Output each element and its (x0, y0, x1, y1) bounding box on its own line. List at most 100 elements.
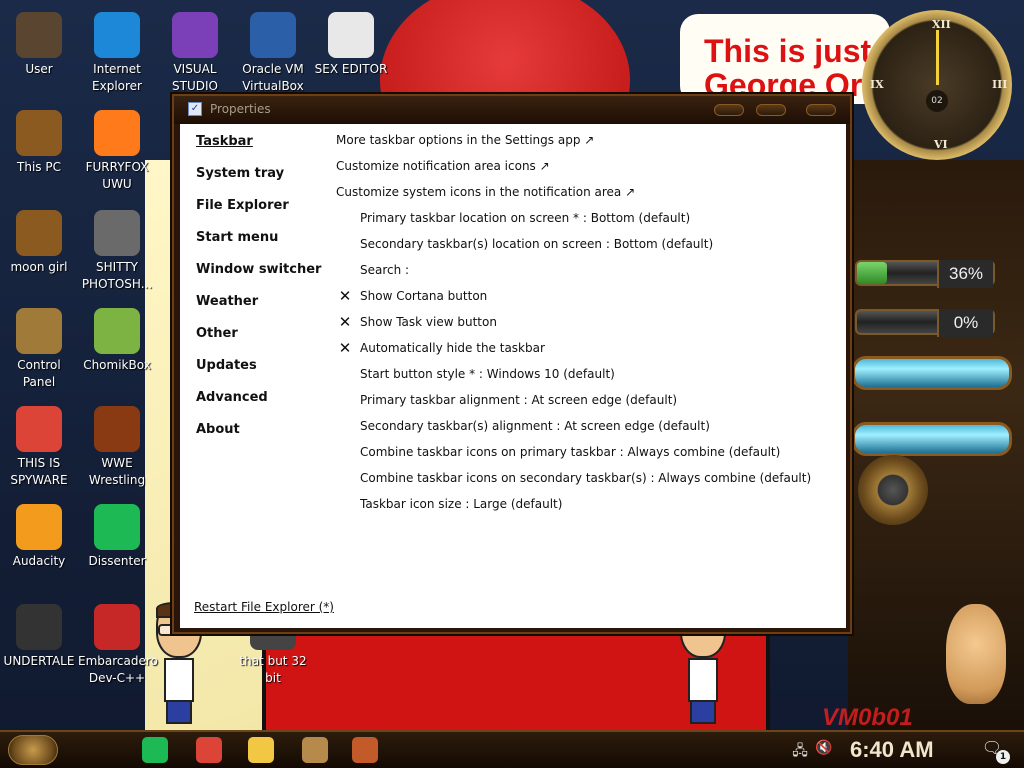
taskbar-clock[interactable]: 6:40 AM (850, 734, 934, 766)
setting-option[interactable]: Secondary taskbar(s) location on screen … (336, 234, 836, 260)
hex-editor-icon (328, 12, 374, 58)
option-label: Combine taskbar icons on secondary taskb… (360, 471, 812, 485)
check-x-icon: ✕ (338, 313, 352, 331)
checkbox-option[interactable]: ✕ Show Cortana button (336, 286, 836, 312)
nav-item-taskbar[interactable]: Taskbar (196, 132, 336, 164)
option-label: Secondary taskbar(s) alignment : At scre… (360, 419, 710, 433)
properties-window: ✓ Properties Taskbar System tray File Expl… (172, 94, 852, 634)
checkbox-option[interactable]: ✕ Show Task view button (336, 312, 836, 338)
desktop-icon-label: FURRYFOX UWU (85, 160, 149, 191)
setting-option[interactable]: Combine taskbar icons on primary taskbar… (336, 442, 836, 468)
maximize-button[interactable] (756, 104, 786, 116)
desktop-icon-label: that but 32 bit (239, 654, 307, 685)
setting-option[interactable]: Primary taskbar location on screen * : B… (336, 208, 836, 234)
cartoon-body (164, 658, 194, 702)
option-label: Show Task view button (360, 315, 497, 329)
minimize-button[interactable] (714, 104, 744, 116)
desktop-icon-label: Oracle VM VirtualBox (242, 62, 304, 93)
nav-item-start-menu[interactable]: Start menu (196, 228, 336, 260)
desktop-icon[interactable]: FURRYFOX UWU (78, 104, 156, 193)
virtualbox-icon (250, 12, 296, 58)
wallpaper-vm-text: VM0b01 (822, 704, 913, 731)
setting-option[interactable]: Taskbar icon size : Large (default) (336, 494, 836, 520)
setting-option[interactable]: Customize system icons in the notificati… (336, 182, 836, 208)
properties-panel: Taskbar System tray File Explorer Start men… (180, 124, 846, 628)
nav-item-updates[interactable]: Updates (196, 356, 336, 388)
desktop-icon-label: This PC (17, 160, 61, 174)
desktop-icon[interactable]: Dissenter (78, 498, 156, 570)
option-label: Primary taskbar location on screen * : B… (360, 211, 691, 225)
checkbox-option[interactable]: ✕ Automatically hide the taskbar (336, 338, 836, 364)
setting-option[interactable]: Customize notification area icons ↗ (336, 156, 836, 182)
desktop-icon[interactable]: SEX EDITOR (312, 6, 390, 78)
desktop-icon[interactable]: Audacity (0, 498, 78, 570)
desktop-icon[interactable]: ChomikBox (78, 302, 156, 374)
dissenter-taskbar-icon[interactable] (142, 737, 168, 763)
desktop-icon[interactable]: WWE Wrestling (78, 400, 156, 489)
nav-item-advanced[interactable]: Advanced (196, 388, 336, 420)
desktop-icon[interactable]: SHITTY PHOTOSH... (78, 204, 156, 293)
nav-item-other[interactable]: Other (196, 324, 336, 356)
volume-muted-icon[interactable]: 🔇 (814, 740, 834, 758)
steampunk-clock: XII III VI IX 02 (862, 10, 1012, 160)
nav-item-label: Start menu (196, 230, 279, 245)
desktop-icon[interactable]: VISUAL STUDIO (156, 6, 234, 95)
setting-option[interactable]: More taskbar options in the Settings app… (336, 130, 836, 156)
doc-taskbar-icon[interactable] (352, 737, 378, 763)
nav-item-label: Window switcher (196, 262, 322, 277)
devcpp-icon (94, 604, 140, 650)
setting-option[interactable]: Start button style * : Windows 10 (defau… (336, 364, 836, 390)
chrome-taskbar-icon[interactable] (196, 737, 222, 763)
nav-item-file-explorer[interactable]: File Explorer (196, 196, 336, 228)
check-x-icon: ✕ (338, 287, 352, 305)
clock-hour-hand (936, 30, 939, 85)
this-pc-icon (16, 110, 62, 156)
nav-item-window-switcher[interactable]: Window switcher (196, 260, 336, 292)
desktop-icon[interactable]: THIS IS SPYWARE (0, 400, 78, 489)
desktop-icon-label: Dissenter (88, 554, 146, 568)
setting-option[interactable]: Search : (336, 260, 836, 286)
option-label: More taskbar options in the Settings app… (336, 133, 595, 147)
cpu-gauge-fill (857, 262, 888, 284)
close-button[interactable] (806, 104, 836, 116)
desktop-icon[interactable]: Embarcadero Dev-C++ (78, 598, 158, 687)
desktop-icon[interactable]: moon girl (0, 204, 78, 276)
desktop-icon-label: Audacity (12, 554, 66, 568)
desktop-icon-label: Embarcadero Dev-C++ (78, 654, 158, 685)
setting-option[interactable]: Combine taskbar icons on secondary taskb… (336, 468, 836, 494)
setting-option[interactable]: Secondary taskbar(s) alignment : At scre… (336, 416, 836, 442)
check-x-icon: ✕ (338, 339, 352, 357)
network-icon[interactable]: 🖧 (790, 740, 810, 759)
nav-item-system-tray[interactable]: System tray (196, 164, 336, 196)
nav-item-about[interactable]: About (196, 420, 336, 452)
nav-item-label: Other (196, 326, 238, 341)
chomikbox-taskbar-icon[interactable] (302, 737, 328, 763)
option-label: Search : (360, 263, 410, 277)
restart-explorer-link[interactable]: Restart File Explorer (*) (194, 600, 334, 614)
hamster-sticker (946, 604, 1006, 704)
steampunk-tube-2 (852, 422, 1012, 456)
desktop-icon-label: Control Panel (17, 358, 61, 389)
unity-icon (16, 604, 62, 650)
wwe-icon (94, 406, 140, 452)
desktop-icon-label: Internet Explorer (92, 62, 142, 93)
desktop-icon[interactable]: Internet Explorer (78, 6, 156, 95)
desktop-icon[interactable]: Oracle VM VirtualBox (234, 6, 312, 95)
desktop-icon[interactable]: This PC (0, 104, 78, 176)
option-label: Combine taskbar icons on primary taskbar… (360, 445, 781, 459)
window-title: Properties (210, 102, 271, 116)
visual-studio-icon (172, 12, 218, 58)
nav-item-weather[interactable]: Weather (196, 292, 336, 324)
option-label: Primary taskbar alignment : At screen ed… (360, 393, 678, 407)
desktop-icon[interactable]: UNDERTALE (0, 598, 78, 670)
desktop-icon[interactable]: Control Panel (0, 302, 78, 391)
clock-center-dial: 02 (926, 90, 948, 112)
window-titlebar[interactable]: ✓ Properties (174, 96, 850, 124)
setting-option[interactable]: Primary taskbar alignment : At screen ed… (336, 390, 836, 416)
cartoon-legs (690, 700, 716, 724)
desktop-icon-label: THIS IS SPYWARE (10, 456, 68, 487)
desktop-icon[interactable]: User (0, 6, 78, 78)
settings-nav: Taskbar System tray File Explorer Start men… (196, 132, 336, 452)
file-explorer-taskbar-icon[interactable] (248, 737, 274, 763)
start-button[interactable] (8, 735, 58, 765)
